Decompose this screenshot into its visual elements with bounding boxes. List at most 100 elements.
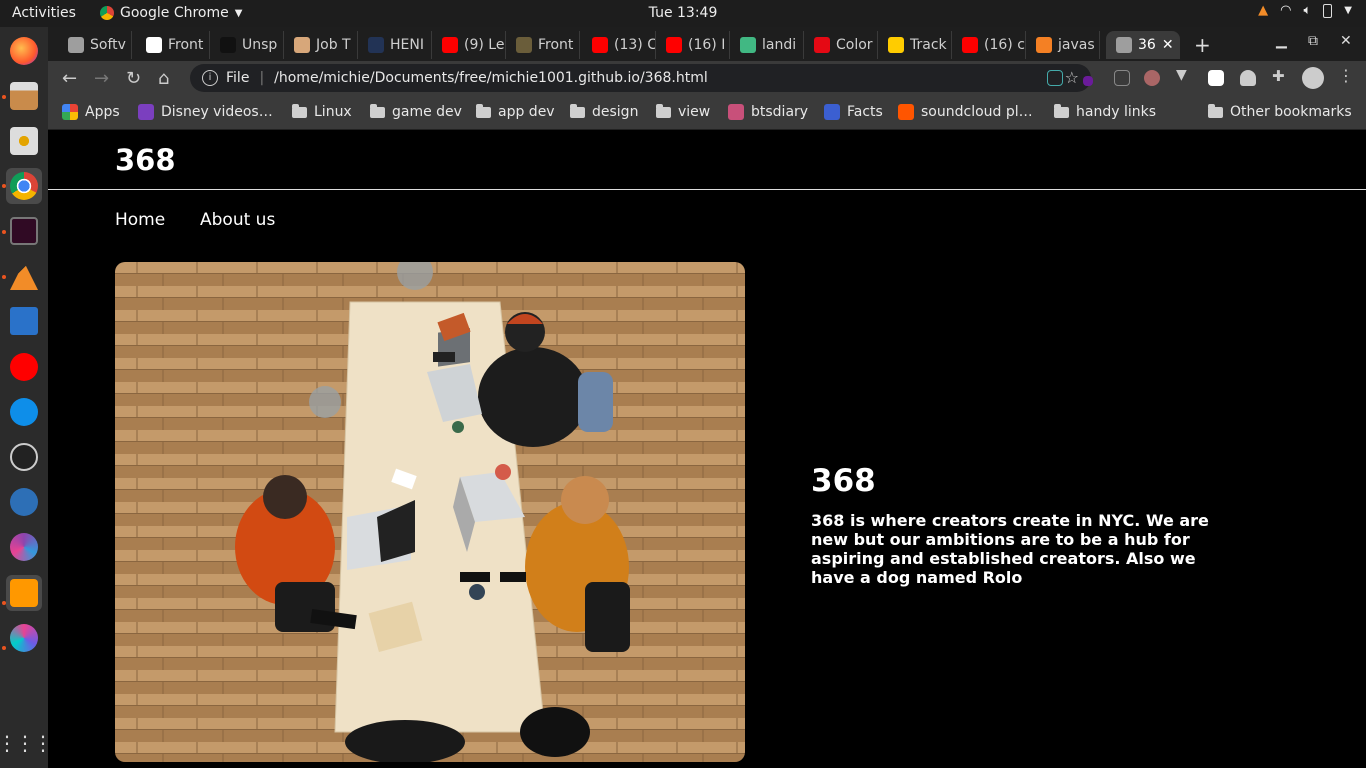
hero-image xyxy=(115,262,745,762)
tab[interactable]: Job T xyxy=(284,31,358,59)
folder-icon xyxy=(476,103,491,118)
btsdiary-icon xyxy=(728,104,744,120)
tab[interactable]: Front xyxy=(506,31,580,59)
tab[interactable]: Track xyxy=(878,31,952,59)
bookmark-extension-icon[interactable] xyxy=(1114,70,1130,86)
bookmark-item[interactable]: game dev xyxy=(370,103,462,120)
dock-app-swirl[interactable] xyxy=(6,529,42,565)
bookmark-item[interactable]: soundcloud pl… xyxy=(898,104,1033,120)
close-tab-icon[interactable]: ✕ xyxy=(1162,37,1174,53)
tab-label: HENI xyxy=(390,37,424,53)
show-applications-button[interactable]: ⋮⋮⋮ xyxy=(0,725,53,761)
dock-terminal[interactable] xyxy=(6,213,42,249)
facts-icon xyxy=(824,104,840,120)
nav-home-link[interactable]: Home xyxy=(115,210,165,230)
tab-favicon-icon xyxy=(516,37,532,53)
vlc-tray-icon[interactable]: ▲ xyxy=(1258,3,1268,18)
folder-icon xyxy=(1054,103,1069,118)
tab[interactable]: landi xyxy=(730,31,804,59)
info-icon[interactable]: i xyxy=(202,70,218,86)
profile-avatar[interactable] xyxy=(1302,67,1324,89)
dock-youtube-music[interactable] xyxy=(6,349,42,385)
dock-inkscape[interactable] xyxy=(6,439,42,475)
forward-button[interactable]: → xyxy=(94,68,109,89)
bookmark-item[interactable]: view xyxy=(656,103,710,120)
tab[interactable]: Front xyxy=(136,31,210,59)
cloud-extension-icon[interactable] xyxy=(1240,70,1256,86)
tab-favicon-icon xyxy=(294,37,310,53)
header-divider xyxy=(48,189,1366,190)
running-indicator xyxy=(2,275,6,279)
bookmark-star-icon[interactable]: ☆ xyxy=(1065,68,1079,87)
maximize-button[interactable]: ⧉ xyxy=(1308,33,1318,49)
dock-teamviewer[interactable] xyxy=(6,394,42,430)
tab-label: Softv xyxy=(90,37,126,53)
tab[interactable]: (13) C xyxy=(582,31,656,59)
tab[interactable]: Softv xyxy=(58,31,132,59)
app-menu[interactable]: Google Chrome ▼ xyxy=(100,5,242,21)
address-separator: | xyxy=(259,70,265,86)
tab[interactable]: (9) Le xyxy=(432,31,506,59)
dock-app-swirl-2[interactable] xyxy=(6,620,42,656)
clock[interactable]: Tue 13:49 xyxy=(649,5,718,21)
tab-active[interactable]: 36 ✕ xyxy=(1106,31,1180,59)
tomato-extension-icon[interactable] xyxy=(1144,70,1160,86)
dock-rhythmbox[interactable] xyxy=(6,123,42,159)
bookmark-label: design xyxy=(592,104,639,120)
dock-vlc[interactable] xyxy=(6,258,42,294)
tab-favicon-icon xyxy=(220,37,236,53)
tab[interactable]: javas xyxy=(1026,31,1100,59)
tab[interactable]: Unsp xyxy=(210,31,284,59)
folder-icon xyxy=(370,103,385,118)
dock-writer[interactable] xyxy=(6,303,42,339)
bookmark-item[interactable]: btsdiary xyxy=(728,104,808,120)
dock-app-blue[interactable] xyxy=(6,484,42,520)
swirl-icon xyxy=(10,624,38,652)
browser-window: Softv Front Unsp Job T HENI (9) Le Front (13) C… xyxy=(48,27,1366,130)
minimize-button[interactable]: ▁ xyxy=(1276,33,1287,49)
site-title[interactable]: 368 xyxy=(115,143,176,177)
bookmark-item[interactable]: Facts xyxy=(824,104,883,120)
bookmark-item[interactable]: Apps xyxy=(62,104,120,120)
dock-firefox[interactable] xyxy=(6,33,42,69)
bookmark-label: Linux xyxy=(314,104,352,120)
tab-label: Unsp xyxy=(242,37,278,53)
reload-button[interactable]: ↻ xyxy=(126,68,141,89)
notion-clipper-extension-icon[interactable] xyxy=(1047,70,1063,86)
bookmark-item[interactable]: app dev xyxy=(476,103,555,120)
dock-files[interactable] xyxy=(6,78,42,114)
running-indicator xyxy=(2,646,6,650)
tab-favicon-icon xyxy=(68,37,84,53)
home-button[interactable]: ⌂ xyxy=(158,68,169,89)
other-bookmarks[interactable]: Other bookmarks xyxy=(1208,103,1352,120)
bookmark-item[interactable]: Linux xyxy=(292,103,352,120)
chevron-down-icon: ▼ xyxy=(234,7,243,19)
extensions-puzzle-icon[interactable]: ✚ xyxy=(1272,67,1288,85)
bookmark-item[interactable]: handy links xyxy=(1054,103,1156,120)
tab[interactable]: (16) c xyxy=(952,31,1026,59)
dock-sublime[interactable] xyxy=(6,575,42,611)
nav-about-link[interactable]: About us xyxy=(200,210,275,230)
tab[interactable]: Color xyxy=(804,31,878,59)
color-picker-extension-icon[interactable] xyxy=(1083,76,1093,86)
tab-favicon-icon xyxy=(1036,37,1052,53)
tab[interactable]: HENI xyxy=(358,31,432,59)
back-button[interactable]: ← xyxy=(62,68,77,89)
vue-devtools-extension-icon[interactable]: ▼ xyxy=(1176,67,1192,83)
activities-button[interactable]: Activities xyxy=(12,5,76,21)
address-bar[interactable]: i File | /home/michie/Documents/free/mic… xyxy=(190,64,1091,92)
new-tab-button[interactable]: + xyxy=(1194,33,1211,57)
dock-chrome[interactable] xyxy=(6,168,42,204)
system-tray[interactable]: ▲ ◠ 🔈︎ ▼ xyxy=(1258,3,1352,18)
tab[interactable]: (16) I xyxy=(656,31,730,59)
close-window-button[interactable]: ✕ xyxy=(1340,33,1352,49)
tab-favicon-icon xyxy=(442,37,458,53)
bookmark-item[interactable]: design xyxy=(570,103,639,120)
menu-kebab-icon[interactable]: ⋮ xyxy=(1338,66,1354,85)
web-page: 368 Home About us 368 368 is where creat… xyxy=(48,131,1366,768)
bookmark-item[interactable]: Disney videos… xyxy=(138,104,273,120)
tab-label: javas xyxy=(1058,37,1095,53)
notion-extension-icon[interactable] xyxy=(1208,70,1224,86)
chrome-icon xyxy=(100,6,114,20)
soundcloud-icon xyxy=(898,104,914,120)
